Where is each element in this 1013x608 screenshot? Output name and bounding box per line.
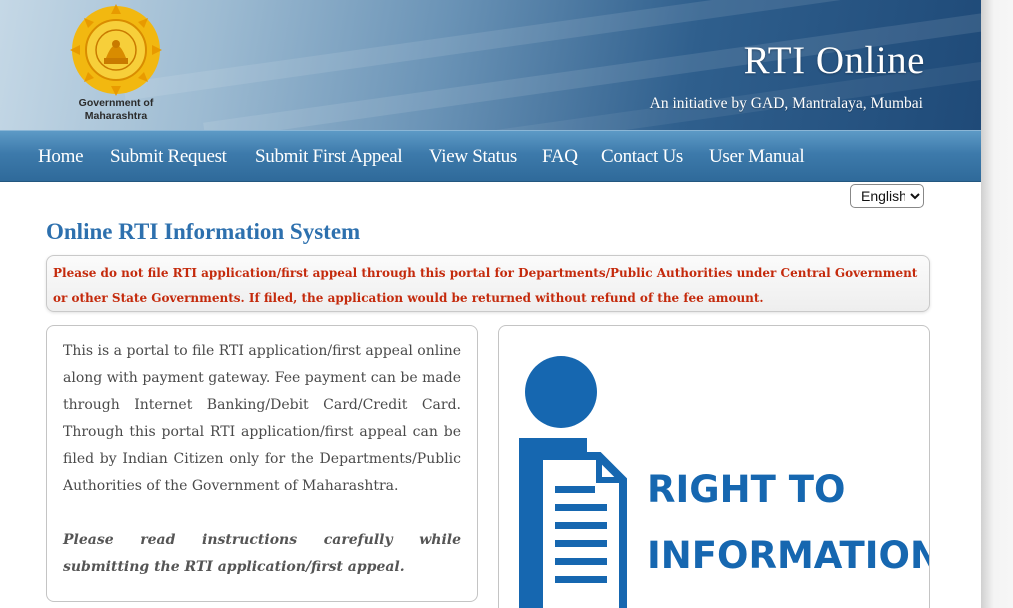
instruction-note-line: submitting the RTI application/first app… <box>63 559 405 575</box>
nav-contact-us[interactable]: Contact Us <box>601 146 683 168</box>
nav-user-manual[interactable]: User Manual <box>709 146 805 168</box>
emblem-caption-line: Government of <box>78 97 154 109</box>
rti-logo-text: INFORMATION <box>647 534 930 577</box>
instruction-note-line: Please read instructions carefully while <box>63 532 461 548</box>
warning-notice: Please do not file RTI application/first… <box>46 255 930 312</box>
nav-submit-request[interactable]: Submit Request <box>110 146 227 168</box>
intro-panel: This is a portal to file RTI application… <box>46 325 478 602</box>
maharashtra-emblem-icon <box>70 4 162 96</box>
nav-view-status[interactable]: View Status <box>429 146 517 168</box>
nav-faq[interactable]: FAQ <box>542 146 578 168</box>
emblem-caption: Government of Maharashtra <box>62 97 170 123</box>
emblem-caption-line: Maharashtra <box>84 110 148 122</box>
instruction-note: Please read instructions carefully while… <box>63 527 461 581</box>
language-select[interactable]: English <box>850 184 924 208</box>
rti-logo-text: RIGHT TO <box>647 468 846 511</box>
nav-home[interactable]: Home <box>38 146 84 168</box>
site-subtitle: An initiative by GAD, Mantralaya, Mumbai <box>649 95 923 112</box>
main-navigation: Home Submit Request Submit First Appeal … <box>0 130 981 182</box>
site-title: RTI Online <box>743 39 925 82</box>
site-header: Government of Maharashtra RTI Online An … <box>0 0 981 130</box>
rti-logo-panel: RIGHT TO INFORMATION <box>498 325 930 608</box>
nav-submit-first-appeal[interactable]: Submit First Appeal <box>255 146 403 168</box>
intro-text: This is a portal to file RTI application… <box>63 343 461 494</box>
page: Government of Maharashtra RTI Online An … <box>0 0 981 608</box>
page-gutter <box>981 0 1013 608</box>
page-title: Online RTI Information System <box>46 219 361 244</box>
